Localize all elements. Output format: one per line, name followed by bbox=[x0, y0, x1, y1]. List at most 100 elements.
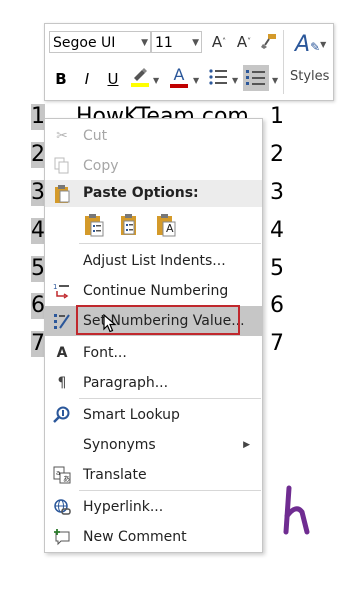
toolbar-divider bbox=[283, 30, 284, 94]
clipboard-list-icon bbox=[121, 214, 136, 235]
chevron-down-icon[interactable]: ▼ bbox=[232, 76, 238, 85]
grow-font-button[interactable]: A˄ bbox=[210, 32, 228, 52]
bold-icon: B bbox=[55, 70, 67, 88]
hyperlink-icon bbox=[53, 498, 71, 516]
menu-label-new-comment: New Comment bbox=[83, 529, 187, 545]
menu-item-hyperlink[interactable]: Hyperlink... bbox=[45, 492, 262, 522]
scissors-icon: ✂ bbox=[56, 128, 68, 144]
font-size-dropdown[interactable]: 11 ▼ bbox=[151, 31, 202, 53]
chevron-down-icon: ▼ bbox=[141, 38, 148, 48]
shrink-font-button[interactable]: A˅ bbox=[235, 32, 253, 52]
styles-button[interactable]: A✎▼ bbox=[295, 32, 326, 57]
menu-label-synonyms: Synonyms bbox=[83, 437, 156, 453]
menu-label-font: Font... bbox=[83, 345, 127, 361]
font-color-icon: A bbox=[173, 65, 185, 84]
menu-item-adjust-list-indents[interactable]: Adjust List Indents... bbox=[45, 246, 262, 276]
submenu-arrow-icon: ▶ bbox=[243, 440, 250, 450]
menu-label-smart-lookup: Smart Lookup bbox=[83, 407, 180, 423]
chevron-down-icon[interactable]: ▼ bbox=[153, 76, 159, 85]
menu-item-cut[interactable]: ✂ Cut bbox=[45, 121, 262, 151]
menu-label-paragraph: Paragraph... bbox=[83, 375, 169, 391]
copy-icon bbox=[53, 157, 71, 175]
styles-label: Styles bbox=[290, 69, 330, 84]
menu-label-adjust-list-indents: Adjust List Indents... bbox=[83, 253, 226, 269]
font-size-value: 11 bbox=[155, 35, 173, 51]
underline-button[interactable]: U bbox=[105, 69, 121, 89]
list-number-5: 5 bbox=[31, 256, 45, 282]
paste-merge-list-button[interactable] bbox=[119, 213, 141, 237]
menu-separator bbox=[79, 243, 261, 244]
highlight-color-button[interactable] bbox=[129, 66, 151, 93]
list-number-1: 1 bbox=[31, 104, 45, 130]
highlighter-icon bbox=[131, 68, 149, 87]
menu-label-continue-numbering: Continue Numbering bbox=[83, 283, 229, 299]
clipboard-list-icon bbox=[85, 214, 104, 237]
menu-item-new-comment[interactable]: New Comment bbox=[45, 522, 262, 552]
menu-item-translate[interactable]: aあ Translate bbox=[45, 460, 262, 490]
menu-item-paragraph[interactable]: ¶ Paragraph... bbox=[45, 368, 262, 398]
menu-item-font[interactable]: A Font... bbox=[45, 338, 262, 368]
menu-item-synonyms[interactable]: Synonyms ▶ bbox=[45, 430, 262, 460]
menu-item-continue-numbering[interactable]: 1 Continue Numbering bbox=[45, 276, 262, 306]
paste-keep-source-formatting-button[interactable] bbox=[83, 213, 105, 237]
bullets-icon bbox=[209, 69, 227, 85]
paste-keep-text-only-button[interactable]: A bbox=[155, 213, 177, 237]
row-number-7: 7 bbox=[270, 331, 284, 356]
howkteam-logo bbox=[280, 484, 310, 540]
menu-label-cut: Cut bbox=[83, 128, 108, 144]
chevron-down-icon: ▼ bbox=[192, 38, 199, 48]
grow-font-icon: A bbox=[211, 33, 223, 51]
italic-button[interactable]: I bbox=[79, 69, 95, 89]
row-number-4: 4 bbox=[270, 218, 284, 243]
underline-icon: U bbox=[107, 70, 119, 88]
smart-lookup-icon bbox=[53, 406, 71, 424]
menu-item-copy[interactable]: Copy bbox=[45, 151, 262, 181]
italic-icon: I bbox=[84, 70, 90, 88]
font-name-dropdown[interactable]: Segoe UI ▼ bbox=[49, 31, 151, 53]
paste-options-label: Paste Options: bbox=[83, 185, 199, 201]
svg-text:a: a bbox=[56, 469, 60, 477]
bold-button[interactable]: B bbox=[53, 69, 69, 89]
set-numbering-value-icon bbox=[53, 312, 71, 330]
menu-label-translate: Translate bbox=[83, 467, 147, 483]
shrink-font-icon: A bbox=[236, 33, 248, 51]
chevron-down-icon[interactable]: ▼ bbox=[193, 76, 199, 85]
menu-item-smart-lookup[interactable]: Smart Lookup bbox=[45, 400, 262, 430]
font-icon: A bbox=[56, 345, 68, 361]
menu-label-hyperlink: Hyperlink... bbox=[83, 499, 164, 515]
context-menu: ✂ Cut Copy Paste Options: Adjust List In… bbox=[44, 118, 263, 553]
list-number-4: 4 bbox=[31, 218, 45, 244]
new-comment-icon bbox=[53, 528, 71, 546]
chevron-down-icon[interactable]: ▼ bbox=[272, 76, 278, 85]
clipboard-icon bbox=[53, 184, 71, 203]
paste-text-letter: A bbox=[166, 222, 174, 235]
row-number-5: 5 bbox=[270, 256, 284, 281]
bullets-button[interactable] bbox=[207, 68, 229, 91]
format-painter-button[interactable] bbox=[259, 32, 279, 55]
menu-label-copy: Copy bbox=[83, 158, 119, 174]
styles-icon: A bbox=[295, 32, 311, 57]
menu-separator bbox=[79, 398, 261, 399]
mini-toolbar: Segoe UI ▼ 11 ▼ A˄ A˅ A✎▼ Styles B I U ▼… bbox=[44, 23, 334, 101]
format-painter-icon bbox=[261, 34, 276, 49]
row-number-6: 6 bbox=[270, 293, 284, 318]
paste-options-header: Paste Options: bbox=[45, 180, 262, 207]
font-name-value: Segoe UI bbox=[53, 35, 116, 51]
list-number-3: 3 bbox=[31, 180, 45, 206]
numbering-icon bbox=[246, 70, 265, 85]
list-number-6: 6 bbox=[31, 293, 45, 319]
font-color-button[interactable]: A bbox=[169, 66, 189, 88]
font-color-bar bbox=[170, 84, 188, 88]
paragraph-icon: ¶ bbox=[57, 375, 67, 391]
mouse-pointer-icon bbox=[103, 313, 117, 338]
row-number-3: 3 bbox=[270, 180, 284, 205]
menu-separator bbox=[79, 490, 261, 491]
svg-text:1: 1 bbox=[53, 283, 57, 291]
numbering-button[interactable] bbox=[243, 65, 269, 91]
continue-numbering-icon: 1 bbox=[53, 282, 71, 300]
selection-highlight-box bbox=[76, 305, 240, 335]
list-number-7: 7 bbox=[31, 331, 45, 357]
translate-icon: aあ bbox=[53, 466, 71, 484]
list-number-2: 2 bbox=[31, 142, 45, 168]
svg-text:あ: あ bbox=[63, 475, 70, 483]
